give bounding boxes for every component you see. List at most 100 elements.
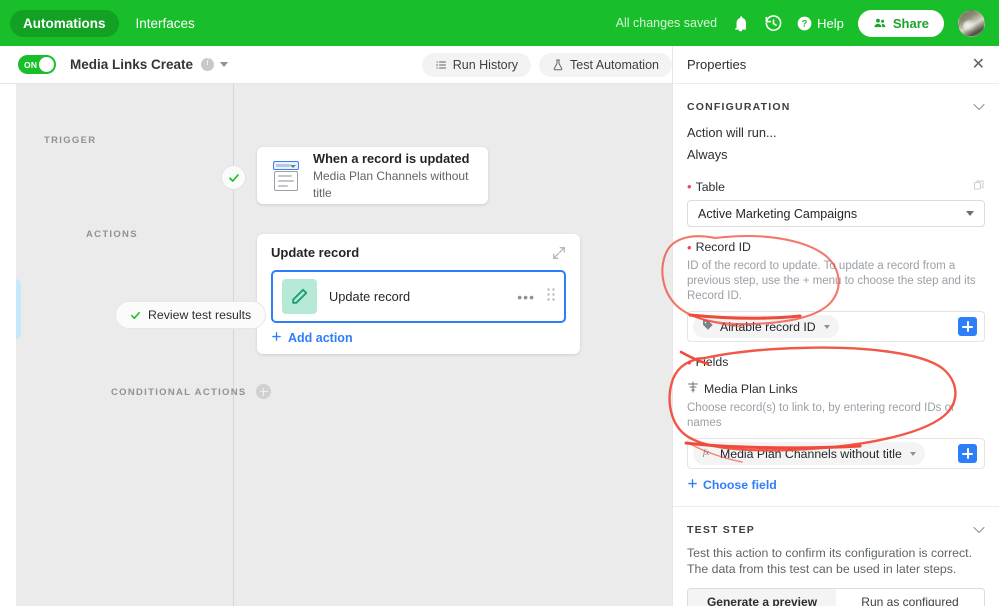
avatar[interactable] (958, 9, 985, 37)
choose-field-button[interactable]: Choose field (687, 478, 985, 492)
history-clock-icon[interactable] (764, 14, 783, 33)
toggle-knob (39, 57, 54, 72)
drag-handle-icon[interactable] (547, 287, 555, 306)
pencil-icon (282, 279, 317, 314)
flask-icon (552, 59, 564, 71)
field-item-name: Media Plan Links (704, 381, 798, 396)
link-field-icon (687, 381, 699, 396)
fields-label-row: • Fields (687, 355, 985, 369)
review-test-results-button[interactable]: Review test results (115, 301, 267, 329)
collapsed-panel-tab[interactable] (16, 279, 21, 339)
field-item-label-row: Media Plan Links (687, 381, 985, 396)
chevron-down-icon[interactable] (973, 98, 985, 116)
add-conditional-action-button[interactable] (256, 384, 271, 399)
help-circle-icon: ? (797, 16, 812, 31)
people-icon (873, 16, 887, 30)
share-button[interactable]: Share (857, 9, 944, 37)
trigger-status-node (221, 165, 246, 190)
section-label-trigger: TRIGGER (44, 135, 97, 146)
required-marker: • (687, 354, 692, 370)
automation-on-toggle[interactable]: ON (18, 55, 56, 74)
test-automation-label: Test Automation (570, 57, 659, 72)
tab-automations[interactable]: Automations (10, 9, 119, 37)
test-automation-button[interactable]: Test Automation (539, 52, 672, 77)
expand-icon[interactable] (552, 246, 566, 260)
chevron-down-icon[interactable] (973, 521, 985, 539)
add-action-button[interactable]: Add action (271, 331, 566, 345)
tab-interfaces[interactable]: Interfaces (123, 10, 208, 37)
fields-label: Fields (695, 355, 729, 369)
record-id-token[interactable]: Airtable record ID (693, 315, 839, 338)
trigger-node-card[interactable]: When a record is updated Media Plan Chan… (257, 147, 488, 204)
properties-panel-header: Properties ✕ (673, 46, 999, 84)
close-icon[interactable]: ✕ (972, 56, 985, 73)
record-form-icon (271, 160, 301, 191)
formula-fx-icon: fx (702, 446, 714, 461)
help-label: Help (817, 15, 844, 31)
add-action-label: Add action (288, 331, 353, 345)
table-select[interactable]: Active Marketing Campaigns (687, 200, 985, 227)
configuration-body: Action will run... Always • Table Active… (673, 122, 999, 492)
record-id-field-label: Record ID (695, 240, 751, 254)
run-when-value: Always (687, 147, 728, 162)
field-item-add-button[interactable] (958, 444, 977, 463)
field-item-hint: Choose record(s) to link to, by entering… (687, 402, 955, 429)
test-step-description: Test this action to confirm its configur… (687, 546, 972, 576)
record-id-token-label: Airtable record ID (720, 319, 816, 334)
review-test-results-label: Review test results (148, 308, 252, 322)
configuration-section-header[interactable]: CONFIGURATION (673, 84, 999, 122)
trigger-node-text: When a record is updated Media Plan Chan… (313, 150, 474, 202)
run-when-label: Action will run... (687, 125, 777, 140)
required-marker: • (687, 239, 692, 255)
automation-canvas: TRIGGER ACTIONS CONDITIONAL ACTIONS When… (16, 84, 672, 606)
field-item-token-label: Media Plan Channels without title (720, 446, 902, 461)
section-label-actions: ACTIONS (86, 229, 138, 240)
properties-panel: Properties ✕ CONFIGURATION Action will r… (672, 46, 999, 606)
info-icon[interactable] (201, 57, 215, 71)
action-group-header: Update record (271, 245, 566, 260)
configuration-heading: CONFIGURATION (687, 101, 791, 113)
run-history-label: Run History (452, 57, 519, 72)
top-nav-tabs: Automations Interfaces (10, 9, 208, 37)
segment-generate-preview[interactable]: Generate a preview (688, 589, 836, 606)
automation-editor: Automations Interfaces All changes saved… (0, 0, 999, 606)
page-title: Properties (687, 57, 747, 72)
trigger-title: When a record is updated (313, 150, 470, 166)
table-select-value: Active Marketing Campaigns (698, 206, 858, 221)
table-field-label-row: • Table (687, 179, 985, 194)
plus-icon (687, 478, 698, 492)
section-label-conditional-actions: CONDITIONAL ACTIONS (111, 387, 247, 398)
action-item-update-record[interactable]: Update record ••• (271, 270, 566, 323)
automation-name[interactable]: Media Links Create (70, 57, 193, 72)
chevron-down-icon (966, 211, 974, 216)
share-label: Share (892, 15, 929, 31)
test-step-heading: TEST STEP (687, 524, 755, 536)
bell-icon[interactable] (731, 14, 750, 33)
help-button[interactable]: ? Help (797, 16, 844, 31)
segment-run-as-configured[interactable]: Run as configured (836, 589, 984, 606)
flow-connector-rail (233, 84, 234, 606)
open-in-new-icon[interactable] (973, 179, 985, 194)
svg-text:?: ? (802, 18, 808, 28)
record-id-add-button[interactable] (958, 317, 977, 336)
test-step-section-header[interactable]: TEST STEP (673, 507, 999, 545)
ellipsis-icon[interactable]: ••• (517, 289, 535, 305)
chevron-down-icon[interactable] (220, 62, 229, 67)
test-mode-segmented-control: Generate a preview Run as configured (687, 588, 985, 606)
green-check-icon (228, 173, 239, 182)
record-id-input[interactable]: Airtable record ID (687, 311, 985, 342)
chevron-down-icon (909, 451, 916, 456)
field-item-token[interactable]: fx Media Plan Channels without title (693, 442, 925, 465)
save-status-text: All changes saved (615, 16, 718, 30)
table-field-label: Table (695, 179, 725, 194)
toggle-label: ON (24, 59, 38, 70)
chevron-down-icon (823, 324, 830, 329)
action-group-title: Update record (271, 245, 360, 260)
svg-text:fx: fx (703, 447, 709, 457)
required-marker: • (687, 179, 692, 194)
action-group-card: Update record Update record ••• Add acti… (257, 234, 580, 354)
field-item-input[interactable]: fx Media Plan Channels without title (687, 438, 985, 469)
plus-icon (271, 331, 282, 345)
run-history-button[interactable]: Run History (421, 52, 532, 77)
list-icon (435, 59, 447, 71)
